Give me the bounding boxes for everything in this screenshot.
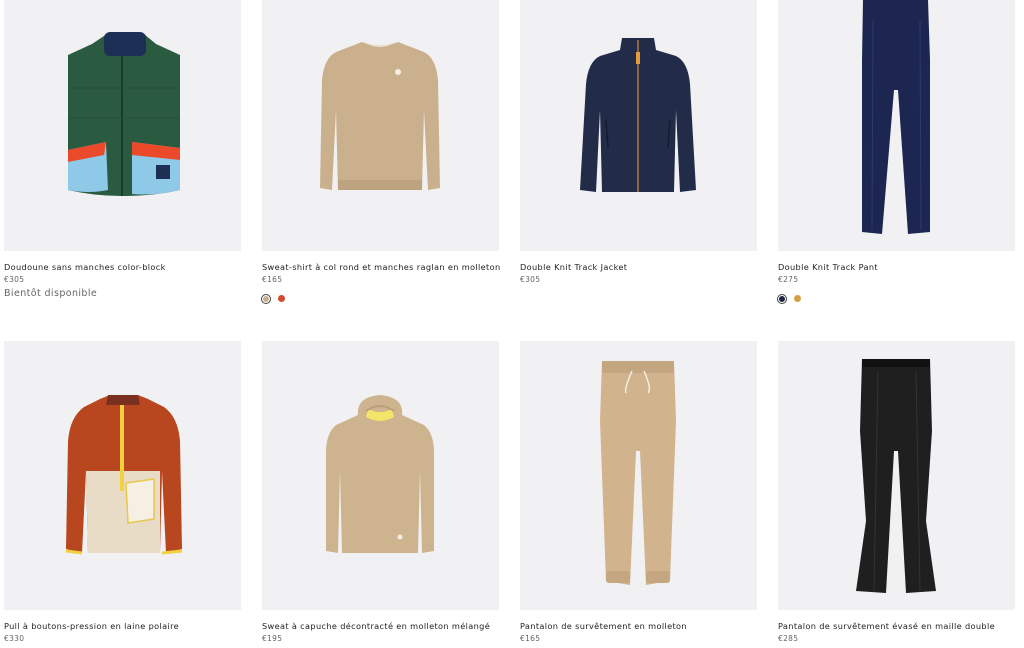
vest-illustration xyxy=(68,32,180,196)
product-image-vest[interactable] xyxy=(4,0,241,251)
product-price: €330 xyxy=(4,634,25,643)
product-price: €165 xyxy=(262,275,283,284)
product-image-fleece[interactable] xyxy=(4,341,241,610)
product-name[interactable]: Pantalon de survêtement évasé en maille … xyxy=(778,621,995,631)
product-name[interactable]: Sweat-shirt à col rond et manches raglan… xyxy=(262,262,501,272)
product-price: €305 xyxy=(4,275,25,284)
hoodie-illustration xyxy=(326,395,434,553)
flare-pant-illustration xyxy=(856,359,936,593)
product-price: €165 xyxy=(520,634,541,643)
product-image-hoodie[interactable] xyxy=(262,341,499,610)
product-price: €305 xyxy=(520,275,541,284)
product-image-track-pant[interactable] xyxy=(778,0,1015,251)
product-name[interactable]: Pull à boutons-pression en laine polaire xyxy=(4,621,179,631)
product-card[interactable]: Pull à boutons-pression en laine polaire… xyxy=(4,341,241,643)
swatch-beige[interactable] xyxy=(262,295,270,303)
product-card[interactable]: Pantalon de survêtement en molleton €165 xyxy=(520,341,757,643)
product-name[interactable]: Sweat à capuche décontracté en molleton … xyxy=(262,621,490,631)
availability-status: Bientôt disponible xyxy=(4,288,98,299)
product-card[interactable]: Doudoune sans manches color-block €305 B… xyxy=(4,0,241,299)
product-image-sweatpant[interactable] xyxy=(520,341,757,610)
track-jacket-illustration xyxy=(580,38,696,192)
product-card[interactable]: Pantalon de survêtement évasé en maille … xyxy=(778,341,1015,643)
product-price: €275 xyxy=(778,275,799,284)
swatch-gold[interactable] xyxy=(794,295,801,302)
sweatshirt-illustration xyxy=(320,42,440,190)
product-price: €285 xyxy=(778,634,799,643)
product-image-track-jacket[interactable] xyxy=(520,0,757,251)
product-image-sweatshirt[interactable] xyxy=(262,0,499,251)
product-name[interactable]: Double Knit Track Jacket xyxy=(520,262,627,272)
track-pant-illustration xyxy=(862,0,930,234)
product-card[interactable]: Double Knit Track Pant €275 xyxy=(778,0,1015,303)
product-card[interactable]: Sweat à capuche décontracté en molleton … xyxy=(262,341,499,643)
product-name[interactable]: Doudoune sans manches color-block xyxy=(4,262,166,272)
product-card[interactable]: Sweat-shirt à col rond et manches raglan… xyxy=(262,0,500,303)
product-name[interactable]: Pantalon de survêtement en molleton xyxy=(520,621,687,631)
product-card[interactable]: Double Knit Track Jacket €305 xyxy=(520,0,757,284)
color-swatches xyxy=(262,295,285,303)
sweatpant-illustration xyxy=(600,361,676,585)
color-swatches xyxy=(778,295,801,303)
product-image-flare-pant[interactable] xyxy=(778,341,1015,610)
product-price: €195 xyxy=(262,634,283,643)
product-name[interactable]: Double Knit Track Pant xyxy=(778,262,878,272)
swatch-red[interactable] xyxy=(278,295,285,302)
swatch-navy[interactable] xyxy=(778,295,786,303)
fleece-illustration xyxy=(65,395,183,555)
